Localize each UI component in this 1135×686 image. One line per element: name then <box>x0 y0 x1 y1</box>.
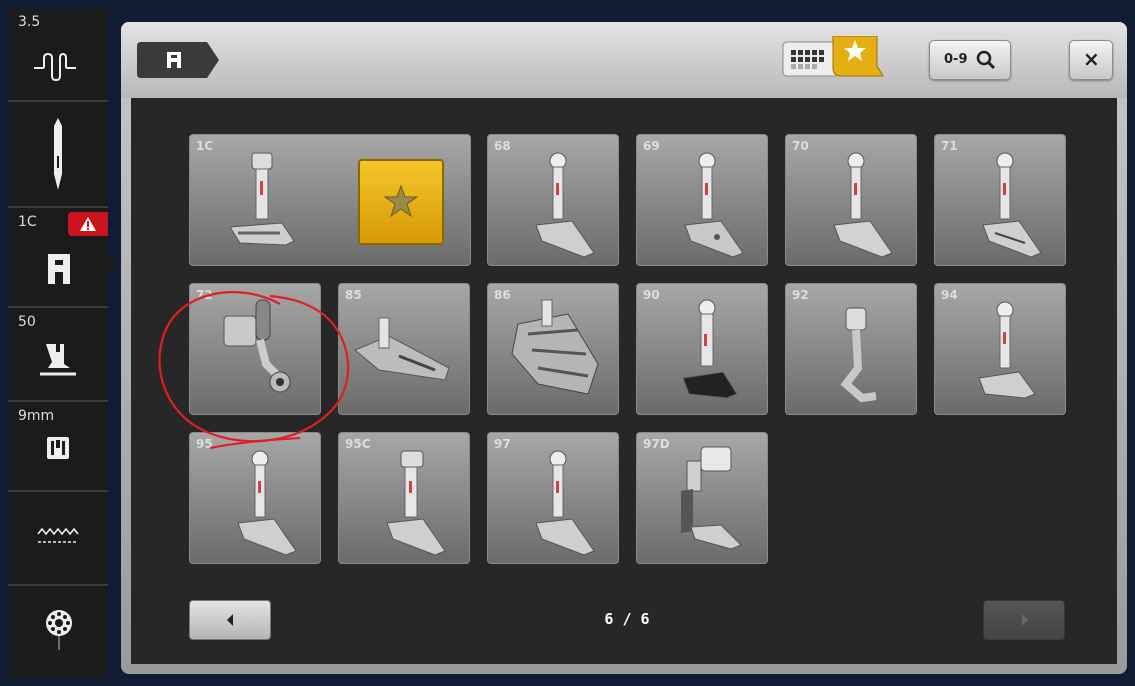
presser-foot-image <box>237 450 297 556</box>
presser-foot-image <box>833 152 893 258</box>
presser-foot-image <box>223 299 291 393</box>
presser-foot-icon <box>48 254 70 284</box>
foot-number: 94 <box>941 288 958 302</box>
presser-foot-selection-panel: 0-9 × 1C 68 69 70 71 72 85 86 90 92 94 9… <box>121 22 1127 674</box>
foot-tile-85[interactable]: 85 <box>338 283 470 415</box>
foot-tile-95[interactable]: 95 <box>189 432 321 564</box>
foot-tile-95c[interactable]: 95C <box>338 432 470 564</box>
search-icon <box>976 50 996 70</box>
foot-tile-71[interactable]: 71 <box>934 134 1066 266</box>
foot-pressure-item[interactable]: 50 <box>8 308 108 402</box>
feed-dog-icon <box>37 527 79 543</box>
foot-tile-86[interactable]: 86 <box>487 283 619 415</box>
presser-foot-image <box>386 450 446 556</box>
presser-foot-image <box>682 299 738 399</box>
sidebar-pointer <box>108 256 118 272</box>
foot-number: 69 <box>643 139 660 153</box>
foot-tile-69[interactable]: 69 <box>636 134 768 266</box>
needle-item[interactable] <box>8 102 108 208</box>
foot-number: 90 <box>643 288 660 302</box>
foot-number: 1C <box>196 139 214 153</box>
foot-number: 97 <box>494 437 511 451</box>
foot-number: 68 <box>494 139 511 153</box>
warning-badge <box>68 212 108 236</box>
foot-number: 95C <box>345 437 371 451</box>
foot-tile-68[interactable]: 68 <box>487 134 619 266</box>
foot-tile-97d[interactable]: 97D <box>636 432 768 564</box>
stitch-width-item[interactable]: 3.5 <box>8 8 108 102</box>
warning-icon <box>80 217 96 231</box>
foot-tile-97[interactable]: 97 <box>487 432 619 564</box>
presser-foot-image <box>229 152 295 246</box>
presser-foot-grid: 1C 68 69 70 71 72 85 86 90 92 94 95 95C … <box>131 98 1117 664</box>
foot-tile-92[interactable]: 92 <box>785 283 917 415</box>
foot-number: 71 <box>941 139 958 153</box>
chevron-left-icon <box>227 614 233 626</box>
bobbin-icon <box>46 610 72 650</box>
presser-foot-image <box>684 152 744 258</box>
close-button[interactable]: × <box>1069 40 1113 80</box>
favorite-toggle[interactable] <box>358 159 444 245</box>
presser-foot-item[interactable]: 1C <box>8 208 108 308</box>
presser-foot-image <box>681 446 742 550</box>
chevron-right-icon <box>1022 614 1028 626</box>
foot-pressure-value: 50 <box>18 314 36 330</box>
stitch-plate-item[interactable]: 9mm <box>8 402 108 492</box>
presser-foot-image <box>535 450 595 556</box>
foot-number: 92 <box>792 288 809 302</box>
stitch-plate-value: 9mm <box>18 408 55 424</box>
needle-icon <box>54 118 62 190</box>
bobbin-item[interactable] <box>8 586 108 678</box>
previous-page-button[interactable] <box>189 600 271 640</box>
presser-foot-image <box>511 299 599 395</box>
presser-foot-label: 1C <box>18 214 37 230</box>
favorites-view-button[interactable] <box>781 36 885 80</box>
page-indicator: 6 / 6 <box>604 610 650 628</box>
close-icon: × <box>1083 47 1100 71</box>
presser-foot-image <box>535 152 595 258</box>
foot-pressure-icon <box>40 344 76 376</box>
top-bar: 0-9 × <box>121 22 1127 98</box>
sidebar: 3.5 1C 50 9mm <box>8 8 118 678</box>
presser-foot-image <box>840 307 877 403</box>
presser-foot-image <box>354 317 450 381</box>
stitch-plate-icon <box>47 437 69 459</box>
stitch-width-value: 3.5 <box>18 14 41 30</box>
foot-tile-72[interactable]: 72 <box>189 283 321 415</box>
foot-tile-70[interactable]: 70 <box>785 134 917 266</box>
presser-foot-image <box>978 301 1036 399</box>
foot-tile-90[interactable]: 90 <box>636 283 768 415</box>
breadcrumb-presser-foot[interactable] <box>137 42 219 78</box>
foot-tile-94[interactable]: 94 <box>934 283 1066 415</box>
presser-foot-image <box>982 152 1042 258</box>
stitch-width-icon <box>34 52 76 82</box>
star-icon <box>383 184 419 218</box>
search-by-number-button[interactable]: 0-9 <box>929 40 1011 80</box>
foot-tile-1c[interactable]: 1C <box>189 134 471 266</box>
next-page-button[interactable] <box>983 600 1065 640</box>
search-button-label: 0-9 <box>944 52 968 67</box>
foot-number: 70 <box>792 139 809 153</box>
feed-dog-item[interactable] <box>8 492 108 586</box>
foot-number: 95 <box>196 437 213 451</box>
